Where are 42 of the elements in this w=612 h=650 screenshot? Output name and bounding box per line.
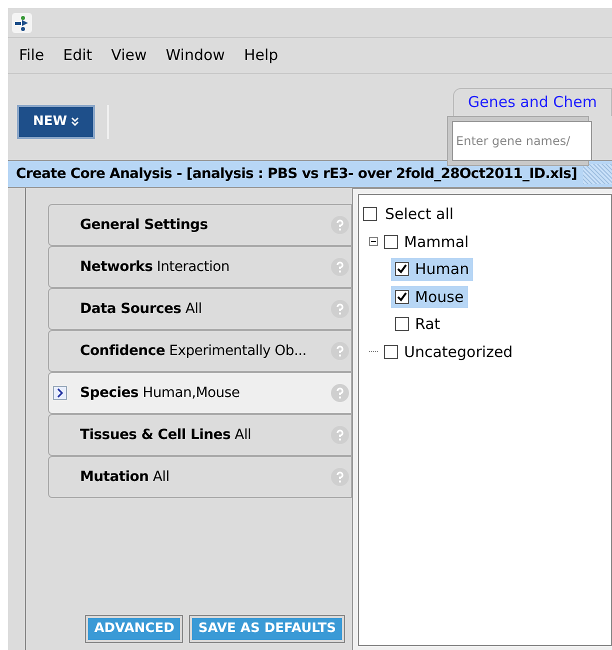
panel-title: Create Core Analysis - [analysis : PBS vs rE3- over 2fold_28Oct2011_ID.xls] [16, 164, 577, 184]
tree-item[interactable]: Mouse [391, 286, 468, 308]
settings-label: Mutation All [80, 468, 170, 486]
checkmark-icon [397, 264, 407, 274]
menu-item[interactable]: View [111, 44, 147, 67]
chevron-right-icon [53, 386, 67, 400]
app-logo-icon [12, 12, 32, 32]
checkbox[interactable] [384, 234, 398, 249]
new-button[interactable]: NEW [17, 105, 96, 139]
search-tab[interactable]: Genes and Chem [453, 88, 612, 116]
checkbox[interactable] [384, 344, 398, 359]
menu-item[interactable]: Window [166, 44, 225, 67]
checkbox[interactable] [363, 207, 377, 222]
checkbox[interactable] [395, 262, 409, 276]
search-field[interactable]: Enter gene names/ [452, 121, 592, 161]
tree-item[interactable]: Rat [391, 313, 444, 336]
checkbox[interactable] [395, 317, 409, 332]
menu-item[interactable]: File [19, 44, 44, 67]
checkbox[interactable] [395, 290, 409, 304]
settings-label: Confidence Experimentally Ob... [80, 342, 306, 360]
settings-label: Networks Interaction [80, 258, 230, 276]
collapse-icon[interactable] [369, 237, 378, 246]
tree-label: Mammal [404, 232, 469, 252]
settings-item[interactable]: Data Sources All [48, 288, 352, 330]
settings-label: Data Sources All [80, 300, 202, 318]
tree-item[interactable]: Human [391, 258, 474, 280]
grip-pattern [583, 164, 612, 184]
settings-item[interactable]: Species Human,Mouse [48, 372, 352, 414]
settings-item[interactable]: Networks Interaction [48, 246, 352, 288]
select-all-label: Select all [385, 204, 454, 225]
settings-label: Species Human,Mouse [80, 384, 240, 402]
settings-item[interactable]: Mutation All [48, 456, 352, 498]
menu-item[interactable]: Help [244, 44, 278, 67]
settings-item[interactable]: General Settings [48, 204, 352, 246]
double-chevron-icon [71, 117, 80, 127]
settings-label: Tissues & Cell Lines All [80, 426, 252, 444]
settings-item[interactable]: Tissues & Cell Lines All [48, 414, 352, 456]
settings-label: General Settings [80, 216, 208, 234]
tree-label: Uncategorized [404, 342, 513, 362]
checkmark-icon [397, 292, 407, 302]
menu-item[interactable]: Edit [63, 44, 92, 67]
settings-item[interactable]: Confidence Experimentally Ob... [48, 330, 352, 372]
